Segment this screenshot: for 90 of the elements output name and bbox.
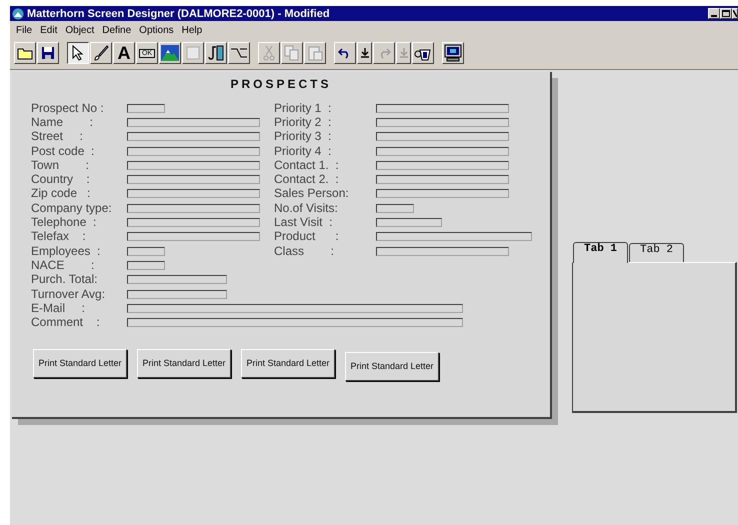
menu-item[interactable]: File [16,24,32,36]
menu-item[interactable]: Options [139,24,174,36]
scissors-icon [263,45,275,61]
input-field[interactable] [127,260,165,270]
menu-item[interactable]: Help [182,24,202,36]
copy-icon [284,45,300,61]
field-label: Zip code : [31,187,92,200]
field-label: Priority 2 : [274,116,332,129]
close-button[interactable] [732,8,738,19]
clipboard-icon [307,45,323,61]
input-field[interactable] [376,246,509,256]
down-arrow-icon [400,48,408,58]
text-tool-label: A [118,44,130,62]
field-label: Telephone : [31,216,98,230]
brush-icon [93,45,109,61]
input-field[interactable] [127,275,227,284]
field-label: Priority 3 : [274,130,332,144]
toolbar-button[interactable] [67,42,89,64]
blank-box-icon [186,46,200,60]
input-field[interactable] [127,132,260,142]
field-label: Class : [274,244,336,258]
field-label: E-Mail : [31,302,86,315]
input-field[interactable] [127,189,260,198]
input-field[interactable] [127,146,260,156]
maximize-icon [722,10,730,17]
app-icon [12,8,24,20]
field-label: Telefax : [31,230,87,244]
input-field[interactable] [127,204,260,213]
folder-icon [17,46,33,60]
input-field[interactable] [376,232,532,242]
field-label: Post code : [31,144,96,158]
input-field[interactable] [127,290,227,298]
field-label: Prospect No : [31,102,105,115]
window-title: Matterhorn Screen Designer (DALMORE2-0001) - Modified [27,8,331,20]
print-letter-button[interactable]: Print Standard Letter [241,348,335,378]
input-field[interactable] [376,204,414,213]
monitor-icon [444,44,462,62]
input-field[interactable] [376,160,509,170]
maximize-button[interactable] [720,8,732,19]
print-letter-button[interactable]: Print Standard Letter [345,352,439,381]
film-note-icon [207,45,225,61]
toolbar-button[interactable]: A [113,42,135,64]
form-title: PROSPECTS [229,77,332,93]
field-label: Comment : [31,316,101,330]
input-field[interactable] [127,246,165,256]
tab[interactable]: Tab 2 [629,243,684,262]
input-field[interactable] [127,218,260,228]
field-label: Name : [31,116,94,129]
input-field[interactable] [376,132,509,142]
input-field[interactable] [376,104,509,113]
input-field[interactable] [376,218,442,228]
input-field[interactable] [376,118,509,127]
field-label: No.of Visits: [274,202,339,215]
menu-item[interactable]: Define [102,24,132,36]
field-label: Employees : [31,244,102,258]
input-field[interactable] [127,304,463,313]
print-letter-button[interactable]: Print Standard Letter [33,348,127,378]
field-label: Sales Person: [274,187,350,200]
input-field[interactable] [127,318,463,328]
input-field[interactable] [127,118,260,127]
down-arrow-icon [360,48,368,58]
field-label: Purch. Total: [31,273,98,286]
input-field[interactable] [376,146,509,156]
tab[interactable]: Tab 1 [573,242,628,263]
field-label: Contact 1. : [274,158,340,172]
input-field[interactable] [127,175,260,184]
field-label: Contact 2. : [274,173,340,186]
close-icon [733,10,737,17]
field-label: Last Visit : [274,216,334,230]
input-field[interactable] [376,175,509,184]
connector-icon [230,47,248,59]
pointer-icon [71,45,85,61]
field-label: Street : [31,130,84,144]
field-label: Turnover Avg: [31,288,106,300]
field-label: Priority 4 : [274,144,332,158]
print-letter-button[interactable]: Print Standard Letter [137,348,231,378]
input-field[interactable] [127,104,165,113]
input-field[interactable] [127,160,260,170]
field-label: Town : [31,158,90,172]
mountain-picture-icon [161,45,179,61]
input-field[interactable] [376,189,509,198]
minimize-button[interactable] [708,8,720,19]
menu-item[interactable]: Object [65,24,94,36]
field-label: Company type: [31,202,113,215]
field-label: NACE : [31,258,96,272]
field-label: Priority 1 : [274,102,332,115]
input-field[interactable] [127,232,260,242]
field-label: Country : [31,173,91,186]
field-label: Product : [274,230,340,244]
menu-item[interactable]: Edit [40,24,58,36]
